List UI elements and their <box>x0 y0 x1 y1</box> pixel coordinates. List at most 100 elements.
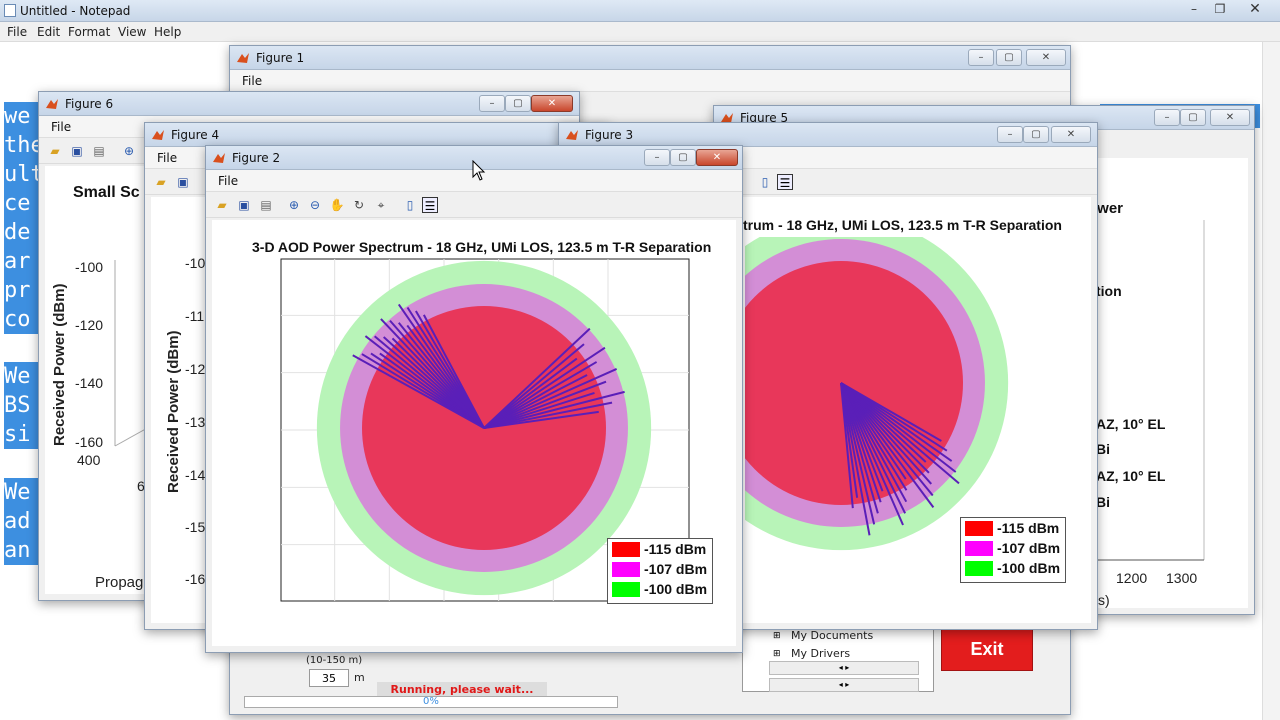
notepad-selected-text-block-1[interactable]: we the ult ce de ar pr co <box>2 102 42 334</box>
legend-icon[interactable]: ☰ <box>422 197 438 213</box>
figure-5-minimize-button[interactable]: – <box>1154 109 1180 126</box>
figure-2-minimize-button[interactable]: – <box>644 149 670 166</box>
print-icon[interactable]: ▤ <box>91 143 107 159</box>
tree-expand-icon[interactable]: ⊞ <box>773 649 781 659</box>
figure-2-window[interactable]: Figure 2 – ▢ ✕ File ▰ ▣ ▤ ⊕ ⊖ ✋ ↻ ⌖ ▯ ☰ … <box>205 145 743 653</box>
notepad-line: ar <box>4 247 42 276</box>
figure-4-ytick: -10 <box>185 255 206 271</box>
figure-4-ytick: -11 <box>185 308 205 324</box>
figure-4-titlebar[interactable]: Figure 4 <box>145 123 609 147</box>
notepad-line: an <box>4 536 42 565</box>
mouse-cursor-icon <box>472 160 486 181</box>
notepad-line: We <box>4 362 42 391</box>
notepad-titlebar: Untitled - Notepad – ❐ ✕ <box>0 0 1280 22</box>
notepad-maximize-button[interactable]: ❐ <box>1212 2 1228 18</box>
legend-label: -115 dBm <box>997 520 1060 536</box>
figure-2-canvas: 3-D AOD Power Spectrum - 18 GHz, UMi LOS… <box>212 220 736 646</box>
legend-swatch <box>965 521 993 536</box>
figure-3-close-button[interactable]: ✕ <box>1051 126 1091 143</box>
notepad-selected-text-block-2[interactable]: We BS si <box>2 362 42 449</box>
figure-6-titlebar[interactable]: Figure 6 – ▢ ✕ <box>39 92 579 116</box>
figure-1-menubar: File <box>230 70 1070 92</box>
notepad-line: co <box>4 305 42 334</box>
notepad-menubar: File Edit Format View Help <box>0 22 1280 42</box>
figure-6-ytick: -160 <box>75 434 104 450</box>
figure-4-ytick: -15 <box>185 519 206 535</box>
legend-swatch <box>612 582 640 597</box>
figure-1-maximize-button[interactable]: ▢ <box>996 49 1022 66</box>
exit-button[interactable]: Exit <box>941 627 1033 671</box>
figure-1-menu-file[interactable]: File <box>242 74 262 88</box>
figure-1-minimize-button[interactable]: – <box>968 49 994 66</box>
legend-item: -100 dBm <box>608 579 712 599</box>
save-icon[interactable]: ▣ <box>175 174 191 190</box>
tree-item-my-drivers[interactable]: My Drivers <box>791 647 850 660</box>
open-icon[interactable]: ▰ <box>214 197 230 213</box>
matlab-icon <box>213 153 225 163</box>
figure-4-ytick: -13 <box>185 414 206 430</box>
figure-2-close-button[interactable]: ✕ <box>696 149 738 166</box>
pan-icon[interactable]: ✋ <box>329 197 345 213</box>
figure-5-maximize-button[interactable]: ▢ <box>1180 109 1206 126</box>
zoom-in-icon[interactable]: ⊕ <box>121 143 137 159</box>
figure-2-legend: -115 dBm -107 dBm -100 dBm <box>607 538 713 604</box>
colorbar-icon[interactable]: ▯ <box>757 174 773 190</box>
figure-3-maximize-button[interactable]: ▢ <box>1023 126 1049 143</box>
figure-6-menu-file[interactable]: File <box>51 120 71 134</box>
figure-3-title: Figure 3 <box>585 128 634 142</box>
legend-swatch <box>965 541 993 556</box>
zoom-out-icon[interactable]: ⊖ <box>307 197 323 213</box>
figure-6-maximize-button[interactable]: ▢ <box>505 95 531 112</box>
tree-expand-icon[interactable]: ⊞ <box>773 631 781 641</box>
figure-3-legend: -115 dBm -107 dBm -100 dBm <box>960 517 1066 583</box>
figure-3-titlebar[interactable]: Figure 3 – ▢ ✕ <box>559 123 1097 147</box>
notepad-minimize-button[interactable]: – <box>1186 2 1202 18</box>
rotate-icon[interactable]: ↻ <box>351 197 367 213</box>
figure-1-titlebar[interactable]: Figure 1 – ▢ ✕ <box>230 46 1070 70</box>
notepad-close-button[interactable]: ✕ <box>1246 1 1264 19</box>
figure-4-title: Figure 4 <box>171 128 220 142</box>
gui-tree-panel[interactable]: ⊞ My Documents ⊞ My Drivers ◂ ▸ ◂ ▸ <box>742 622 934 692</box>
notepad-menu-edit[interactable]: Edit <box>37 25 60 39</box>
tree-hscroll-2[interactable]: ◂ ▸ <box>769 678 919 692</box>
colorbar-icon[interactable]: ▯ <box>402 197 418 213</box>
figure-1-close-button[interactable]: ✕ <box>1026 49 1066 66</box>
tree-item-my-documents[interactable]: My Documents <box>791 629 873 642</box>
figure-3-plot-title: trum - 18 GHz, UMi LOS, 123.5 m T-R Sepa… <box>743 217 1062 233</box>
open-icon[interactable]: ▰ <box>47 143 63 159</box>
notepad-menu-help[interactable]: Help <box>154 25 181 39</box>
figure-5-close-button[interactable]: ✕ <box>1210 109 1250 126</box>
notepad-line: ult <box>4 160 42 189</box>
progress-bar: 0% <box>244 696 618 708</box>
figure-4-menu-file[interactable]: File <box>157 151 177 165</box>
figure-2-maximize-button[interactable]: ▢ <box>670 149 696 166</box>
legend-label: -107 dBm <box>997 540 1061 556</box>
figure-2-menu-file[interactable]: File <box>218 174 238 188</box>
figure-3-minimize-button[interactable]: – <box>997 126 1023 143</box>
open-icon[interactable]: ▰ <box>153 174 169 190</box>
notepad-icon <box>4 4 16 17</box>
notepad-selected-text-block-3[interactable]: We ad an <box>2 478 42 565</box>
data-cursor-icon[interactable]: ⌖ <box>373 197 389 213</box>
legend-icon[interactable]: ☰ <box>777 174 793 190</box>
notepad-menu-file[interactable]: File <box>7 25 27 39</box>
notepad-scrollbar[interactable] <box>1262 42 1280 720</box>
figure-6-ytick: -100 <box>75 259 104 275</box>
matlab-icon <box>566 130 578 140</box>
range-label: (10-150 m) <box>306 655 363 666</box>
figure-4-ytick: -12 <box>185 361 206 377</box>
figure-6-ytick: -120 <box>75 317 104 333</box>
notepad-menu-format[interactable]: Format <box>68 25 110 39</box>
zoom-in-icon[interactable]: ⊕ <box>286 197 302 213</box>
distance-input[interactable] <box>309 669 349 687</box>
notepad-menu-view[interactable]: View <box>118 25 146 39</box>
tree-hscroll[interactable]: ◂ ▸ <box>769 661 919 675</box>
save-icon[interactable]: ▣ <box>236 197 252 213</box>
print-icon[interactable]: ▤ <box>258 197 274 213</box>
figure-6-minimize-button[interactable]: – <box>479 95 505 112</box>
figure-6-close-button[interactable]: ✕ <box>531 95 573 112</box>
legend-item: -107 dBm <box>961 538 1065 558</box>
figure-6-ylabel: Received Power (dBm) <box>51 283 68 446</box>
legend-label: -100 dBm <box>997 560 1061 576</box>
save-icon[interactable]: ▣ <box>69 143 85 159</box>
